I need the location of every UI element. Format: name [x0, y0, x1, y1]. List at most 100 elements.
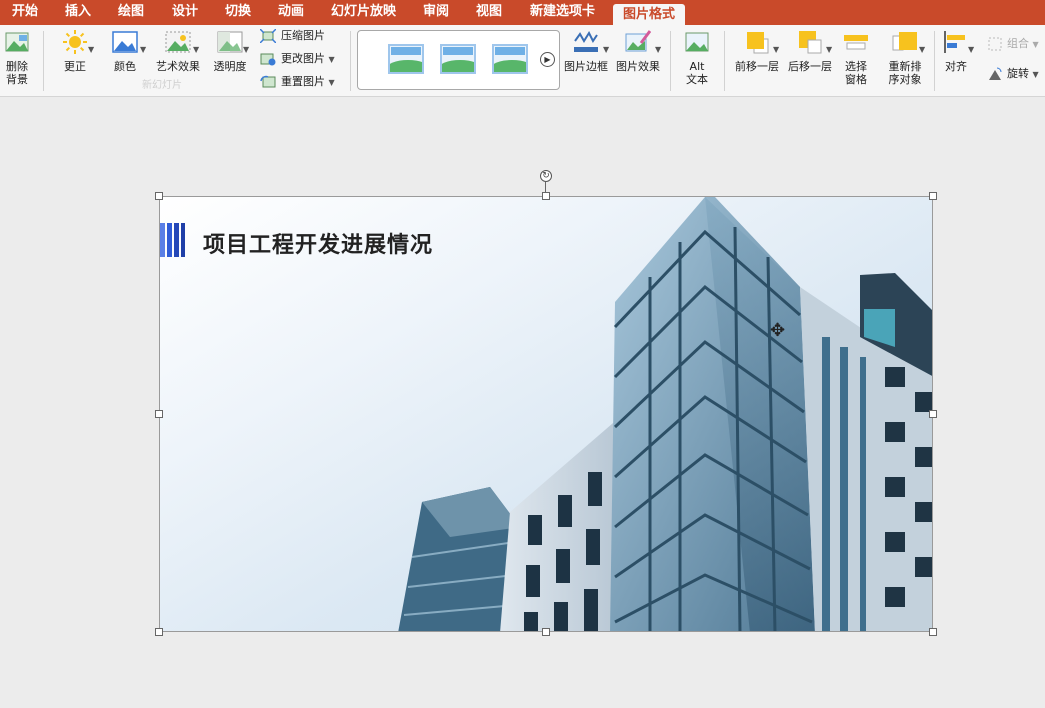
picture-color-icon — [112, 29, 138, 55]
color-button[interactable]: 颜色 ▼ — [107, 29, 147, 93]
alt-text-button[interactable]: Alt 文本 — [680, 29, 714, 93]
chevron-down-icon: ▼ — [1032, 40, 1039, 49]
alt-text-label-2: 文本 — [686, 73, 708, 86]
tab-transitions[interactable]: 切换 — [225, 0, 251, 25]
transparency-button[interactable]: 透明度 ▼ — [210, 29, 250, 93]
chevron-down-icon: ▼ — [243, 45, 250, 54]
chevron-down-icon: ▼ — [193, 45, 200, 54]
remove-background-icon — [4, 29, 30, 55]
picture-effects-icon — [625, 29, 652, 55]
picture-style-1[interactable] — [388, 44, 424, 74]
chevron-down-icon: ▼ — [140, 45, 147, 54]
group-button[interactable]: 组合 ▼ — [988, 35, 1039, 53]
change-picture-button[interactable]: 更改图片 ▼ — [260, 50, 335, 68]
bring-forward-icon — [744, 29, 770, 55]
alt-text-label-1: Alt — [689, 60, 705, 73]
artistic-effects-icon — [165, 29, 191, 55]
picture-border-label: 图片边框 — [564, 60, 608, 73]
selection-pane-label-2: 窗格 — [845, 73, 867, 86]
align-button[interactable]: 对齐 ▼ — [938, 29, 974, 93]
reset-picture-icon — [260, 75, 276, 89]
ribbon-separator — [670, 31, 671, 91]
change-picture-label: 更改图片 — [281, 52, 325, 65]
ghost-new-slide-text: 新幻灯片 — [142, 80, 182, 91]
tab-home[interactable]: 开始 — [12, 0, 38, 25]
chevron-down-icon: ▼ — [328, 55, 335, 64]
sun-icon — [62, 29, 88, 55]
chevron-down-icon: ▼ — [88, 45, 95, 54]
rotate-icon — [988, 67, 1002, 81]
corrections-label: 更正 — [64, 60, 86, 73]
gallery-next-icon[interactable]: ▶ — [540, 52, 555, 67]
selection-pane-button[interactable]: 选择 窗格 — [840, 29, 872, 93]
tab-slideshow[interactable]: 幻灯片放映 — [331, 0, 396, 25]
tab-design[interactable]: 设计 — [172, 0, 198, 25]
tab-review[interactable]: 审阅 — [423, 0, 449, 25]
transparency-icon — [217, 29, 243, 55]
rotate-label: 旋转 — [1007, 67, 1029, 80]
reorder-objects-button[interactable]: 重新排 序对象 ▼ — [883, 29, 927, 93]
send-backward-icon — [797, 29, 823, 55]
remove-background-label-1: 删除 — [6, 60, 28, 73]
group-label: 组合 — [1007, 37, 1029, 50]
ribbon-separator — [724, 31, 725, 91]
resize-handle-right[interactable] — [929, 410, 937, 418]
picture-style-2[interactable] — [440, 44, 476, 74]
chevron-down-icon: ▼ — [1032, 70, 1039, 79]
chevron-down-icon: ▼ — [773, 45, 780, 54]
picture-styles-gallery: ▶ — [357, 30, 560, 90]
compress-pictures-label: 压缩图片 — [281, 29, 325, 42]
remove-background-button[interactable]: 删除 背景 — [2, 29, 32, 93]
ribbon-separator — [934, 31, 935, 91]
picture-effects-label: 图片效果 — [616, 60, 660, 73]
compress-pictures-button[interactable]: 压缩图片 — [259, 27, 325, 45]
color-label: 颜色 — [114, 60, 136, 73]
chevron-down-icon: ▼ — [919, 45, 926, 54]
chevron-down-icon: ▼ — [968, 45, 975, 54]
reorder-objects-label-2: 序对象 — [888, 73, 922, 86]
rotate-handle-icon[interactable]: ↻ — [540, 170, 552, 182]
ribbon-tab-bar: 开始 插入 绘图 设计 切换 动画 幻灯片放映 审阅 视图 新建选项卡 图片格式 — [0, 0, 1045, 25]
chevron-down-icon: ▼ — [603, 45, 610, 54]
resize-handle-bottom-right[interactable] — [929, 628, 937, 636]
building-photo — [398, 197, 932, 631]
bring-forward-label: 前移一层 — [735, 60, 779, 73]
selection-pane-label-1: 选择 — [845, 60, 867, 73]
tab-animations[interactable]: 动画 — [278, 0, 304, 25]
resize-handle-top-right[interactable] — [929, 192, 937, 200]
artistic-effects-label: 艺术效果 — [156, 60, 200, 73]
corrections-button[interactable]: 更正 ▼ — [58, 29, 95, 93]
tab-picture-format[interactable]: 图片格式 — [613, 4, 686, 25]
tab-new-tab[interactable]: 新建选项卡 — [530, 0, 595, 25]
resize-handle-top[interactable] — [542, 192, 550, 200]
title-accent-bars — [160, 223, 186, 257]
ribbon-separator — [43, 31, 44, 91]
align-icon — [943, 29, 969, 55]
ribbon: 删除 背景 更正 ▼ 颜色 ▼ 艺术效果 ▼ 新幻灯片 透明度 ▼ 压缩图片 更… — [0, 25, 1045, 97]
picture-border-button[interactable]: 图片边框 ▼ — [563, 29, 609, 93]
align-label: 对齐 — [945, 60, 967, 73]
alt-text-icon — [684, 29, 710, 55]
selection-pane-icon — [843, 29, 869, 55]
tab-draw[interactable]: 绘图 — [118, 0, 144, 25]
tab-insert[interactable]: 插入 — [65, 0, 91, 25]
picture-style-3[interactable] — [492, 44, 528, 74]
selected-picture[interactable]: 项目工程开发进展情况 — [159, 196, 933, 632]
picture-border-icon — [573, 29, 599, 55]
picture-effects-button[interactable]: 图片效果 ▼ — [615, 29, 661, 93]
remove-background-label-2: 背景 — [6, 73, 28, 86]
tab-view[interactable]: 视图 — [476, 0, 502, 25]
resize-handle-top-left[interactable] — [155, 192, 163, 200]
send-backward-label: 后移一层 — [788, 60, 832, 73]
resize-handle-left[interactable] — [155, 410, 163, 418]
move-cursor-icon: ✥ — [770, 320, 786, 341]
slide-title[interactable]: 项目工程开发进展情况 — [203, 227, 433, 259]
send-backward-button[interactable]: 后移一层 ▼ — [786, 29, 834, 93]
resize-handle-bottom[interactable] — [542, 628, 550, 636]
compress-icon — [259, 28, 277, 44]
reset-picture-button[interactable]: 重置图片 ▼ — [260, 73, 335, 91]
reorder-objects-icon — [892, 29, 918, 55]
rotate-button[interactable]: 旋转 ▼ — [988, 65, 1039, 83]
bring-forward-button[interactable]: 前移一层 ▼ — [733, 29, 781, 93]
resize-handle-bottom-left[interactable] — [155, 628, 163, 636]
